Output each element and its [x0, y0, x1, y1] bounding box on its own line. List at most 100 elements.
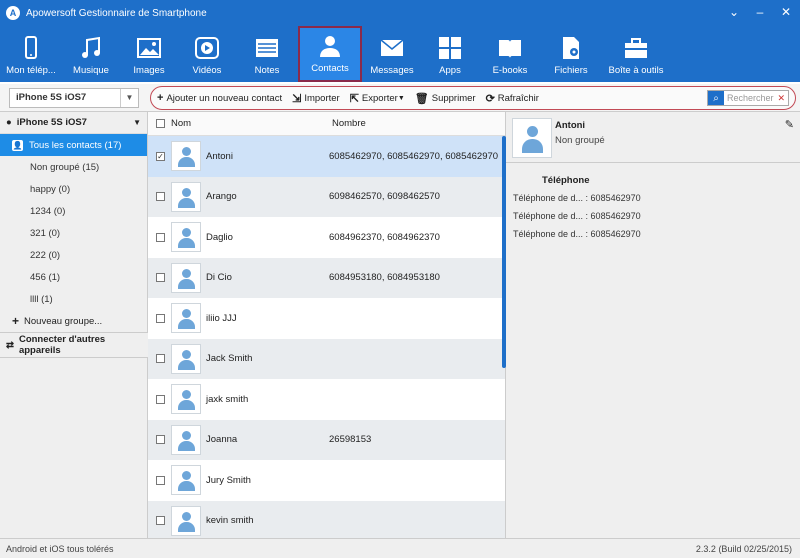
row-checkbox[interactable]	[156, 475, 165, 485]
search-input[interactable]: Rechercher	[727, 93, 777, 103]
contact-number: 6084953180, 6084953180	[329, 272, 440, 284]
row-checkbox[interactable]: ✓	[156, 151, 165, 161]
table-row[interactable]: jaxk smith	[148, 379, 505, 420]
table-row[interactable]: Arango 6098462570, 6098462570	[148, 176, 505, 217]
table-row[interactable]: Di Cio 6084953180, 6084953180	[148, 257, 505, 298]
apple-icon: ●	[6, 117, 12, 128]
contact-number: 26598153	[329, 434, 372, 446]
contact-number: 6098462570, 6098462570	[329, 191, 440, 203]
avatar	[171, 505, 201, 536]
sidebar-item-all-contacts[interactable]: 👤 Tous les contacts (17)	[0, 134, 147, 156]
music-icon	[82, 36, 100, 58]
search-box[interactable]: ⌕ Rechercher ✕	[707, 90, 789, 106]
images-icon	[137, 38, 161, 58]
toolbox-icon	[625, 38, 647, 58]
connect-devices-button[interactable]: ⇄ Connecter d'autres appareils	[0, 332, 148, 358]
avatar	[171, 384, 201, 415]
detail-name: Antoni	[555, 120, 586, 131]
tab-videos[interactable]: Vidéos	[178, 26, 236, 82]
column-name-header[interactable]: Nom	[171, 118, 191, 129]
table-row[interactable]: Daglio 6084962370, 6084962370	[148, 217, 505, 258]
export-button[interactable]: ⇱ Exporter ▼	[350, 92, 405, 105]
row-checkbox[interactable]	[156, 354, 165, 364]
table-row[interactable]: Jury Smith	[148, 460, 505, 501]
column-number-header[interactable]: Nombre	[332, 118, 366, 129]
window-title: Apowersoft Gestionnaire de Smartphone	[26, 7, 207, 19]
contact-number: 6084962370, 6084962370	[329, 231, 440, 243]
dropdown-menu-icon[interactable]: ⌄	[728, 5, 740, 19]
row-checkbox[interactable]	[156, 273, 165, 283]
window-controls: ⌄ – ✕	[728, 5, 792, 19]
row-checkbox[interactable]	[156, 435, 165, 445]
phone-section-title: Téléphone	[542, 175, 590, 186]
apps-icon	[439, 37, 461, 59]
phone-entry: Téléphone de d... : 6085462970	[513, 211, 641, 221]
tab-music[interactable]: Musique	[62, 26, 120, 82]
delete-button[interactable]: 🗑 Supprimer	[415, 92, 476, 105]
table-row[interactable]: ✓ Antoni 6085462970, 6085462970, 6085462…	[148, 136, 505, 177]
sidebar-device[interactable]: ● iPhone 5S iOS7 ▼	[0, 112, 147, 134]
contact-name: iliio JJJ	[206, 312, 237, 324]
add-contact-button[interactable]: + Ajouter un nouveau contact	[157, 92, 282, 104]
import-icon: ⇲	[292, 92, 302, 105]
table-row[interactable]: Jack Smith	[148, 338, 505, 379]
contact-number: 6085462970, 6085462970, 6085462970	[329, 150, 499, 162]
import-button[interactable]: ⇲ Importer	[292, 92, 340, 105]
tab-images[interactable]: Images	[120, 26, 178, 82]
new-group-button[interactable]: + Nouveau groupe...	[0, 310, 147, 332]
sidebar-item-happy[interactable]: happy (0)	[0, 178, 147, 200]
contacts-icon	[320, 36, 340, 57]
search-icon[interactable]: ⌕	[708, 91, 724, 105]
close-icon[interactable]: ✕	[780, 5, 792, 19]
contact-name: Joanna	[206, 434, 238, 446]
row-checkbox[interactable]	[156, 313, 165, 323]
divider	[506, 162, 800, 163]
device-select[interactable]: iPhone 5S iOS7 ▼	[9, 88, 139, 108]
export-icon: ⇱	[349, 92, 359, 105]
refresh-button[interactable]: ⟳ Rafraîchir	[486, 92, 539, 105]
sidebar-item-222[interactable]: 222 (0)	[0, 244, 147, 266]
chevron-down-icon[interactable]: ▼	[120, 89, 138, 107]
row-checkbox[interactable]	[156, 516, 165, 526]
clear-search-icon[interactable]: ✕	[777, 93, 785, 104]
sidebar-item-456[interactable]: 456 (1)	[0, 266, 147, 288]
avatar	[171, 262, 201, 293]
table-row[interactable]: Joanna 26598153	[148, 419, 505, 460]
status-text: Android et iOS tous tolérés	[6, 544, 114, 554]
tab-notes[interactable]: Notes	[236, 26, 298, 82]
export-dropdown-icon: ▼	[397, 94, 405, 102]
table-row[interactable]: kevin smith	[148, 500, 505, 538]
sidebar-item-ungrouped[interactable]: Non groupé (15)	[0, 156, 147, 178]
sidebar-item-llll[interactable]: llll (1)	[0, 288, 147, 310]
avatar	[171, 424, 201, 455]
files-icon	[563, 37, 579, 59]
select-all-checkbox[interactable]	[156, 119, 165, 128]
contact-name: Arango	[206, 191, 237, 203]
sidebar-item-1234[interactable]: 1234 (0)	[0, 200, 147, 222]
avatar	[171, 303, 201, 334]
contact-name: Di Cio	[206, 272, 232, 284]
row-checkbox[interactable]	[156, 232, 165, 242]
contact-name: Jack Smith	[206, 353, 253, 365]
avatar	[171, 343, 201, 374]
chevron-down-icon[interactable]: ▼	[133, 118, 141, 127]
avatar	[512, 118, 552, 158]
messages-icon	[380, 39, 404, 56]
contact-name: jaxk smith	[206, 393, 249, 405]
refresh-icon: ⟳	[485, 92, 495, 105]
tab-files[interactable]: Fichiers	[542, 26, 600, 82]
contact-actions: + Ajouter un nouveau contact ⇲ Importer ⇱ E…	[150, 86, 796, 110]
table-row[interactable]: iliio JJJ	[148, 298, 505, 339]
sidebar-item-321[interactable]: 321 (0)	[0, 222, 147, 244]
minimize-icon[interactable]: –	[754, 5, 766, 19]
tab-messages[interactable]: Messages	[362, 26, 422, 82]
edit-icon[interactable]: ✎	[785, 118, 794, 131]
row-checkbox[interactable]	[156, 192, 165, 202]
tab-toolbox[interactable]: Boîte à outils	[600, 26, 672, 82]
tab-apps[interactable]: Apps	[422, 26, 478, 82]
row-checkbox[interactable]	[156, 394, 165, 404]
tab-contacts[interactable]: Contacts	[298, 26, 362, 82]
notes-icon	[256, 39, 278, 57]
tab-ebooks[interactable]: E-books	[478, 26, 542, 82]
tab-my-phone[interactable]: Mon télép...	[0, 26, 62, 82]
